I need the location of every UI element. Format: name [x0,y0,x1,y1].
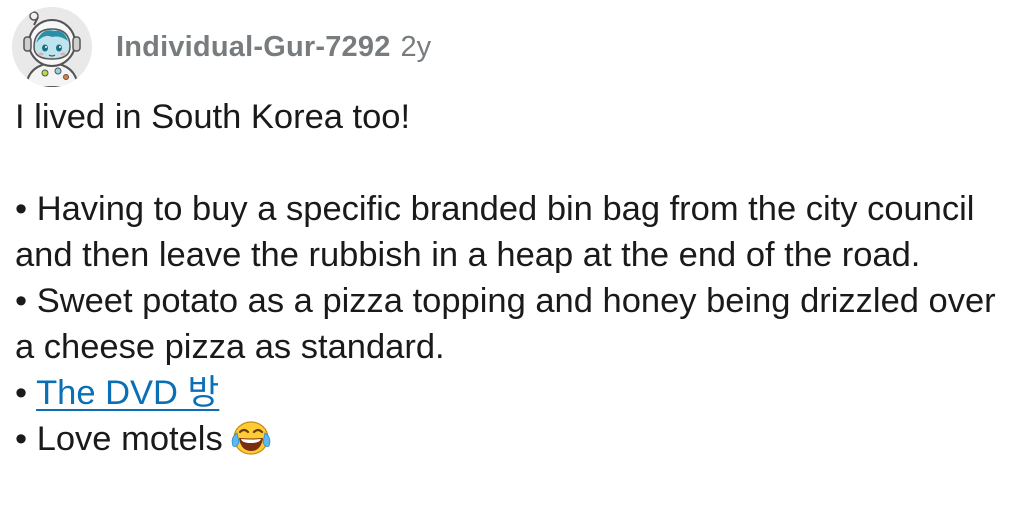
face-with-tears-of-joy-icon [229,418,273,470]
list-item: • Sweet potato as a pizza topping and ho… [15,278,1010,370]
author-username[interactable]: Individual-Gur-7292 [116,31,391,64]
comment-header: Individual-Gur-7292 2y [12,7,432,87]
comment-age: 2y [400,30,432,63]
astronaut-avatar-icon [12,7,92,87]
comment: Individual-Gur-7292 2y I lived in South … [0,0,1018,522]
list-item-text: Sweet potato as a pizza topping and hone… [15,282,996,366]
bullet-marker: • [15,374,28,412]
list-item-text: Love motels [36,420,223,458]
user-avatar[interactable] [12,7,92,87]
bullet-marker: • [15,420,28,458]
list-item-text: Having to buy a specific branded bin bag… [15,190,975,274]
list-item: • Love motels [15,416,1010,470]
list-item: • The DVD 방 [15,370,1010,416]
comment-body: I lived in South Korea too! • Having to … [15,94,1010,470]
bullet-marker: • [15,282,28,320]
bullet-marker: • [15,190,28,228]
dvd-bang-link[interactable]: The DVD 방 [36,374,219,412]
comment-intro: I lived in South Korea too! [15,98,411,136]
list-item: • Having to buy a specific branded bin b… [15,186,1010,278]
